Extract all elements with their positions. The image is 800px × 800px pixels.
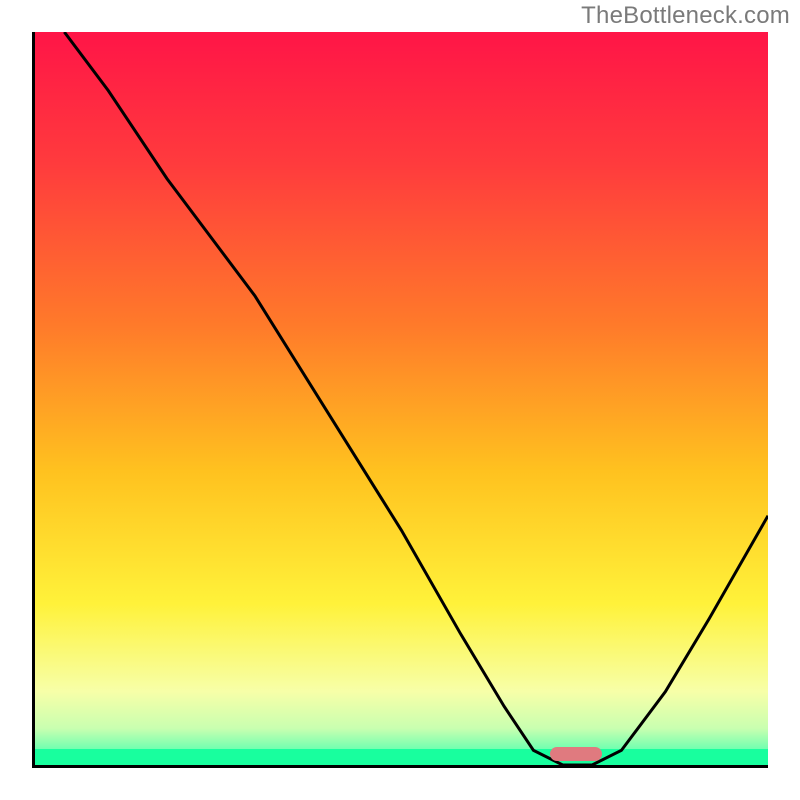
- chart-container: TheBottleneck.com: [0, 0, 800, 800]
- bottleneck-curve: [35, 32, 768, 765]
- plot-area: [32, 32, 768, 768]
- watermark-text: TheBottleneck.com: [581, 2, 790, 30]
- optimal-marker: [550, 747, 602, 761]
